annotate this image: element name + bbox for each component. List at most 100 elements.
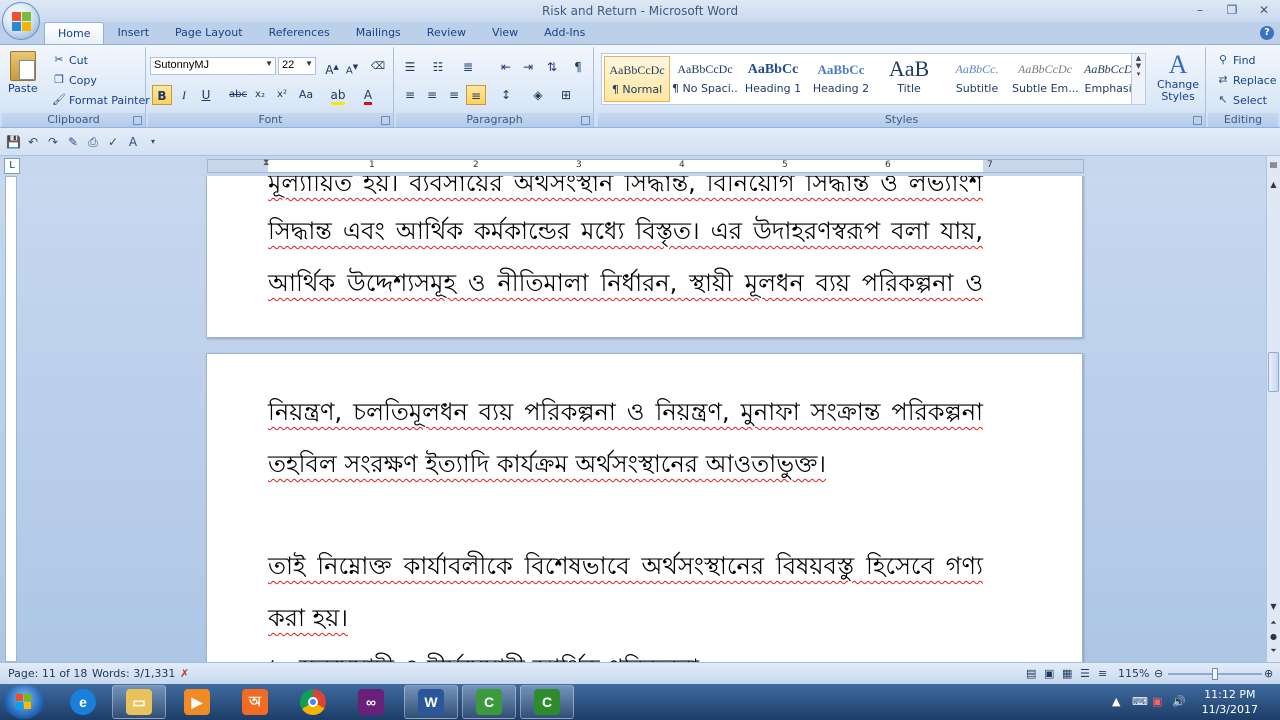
scroll-down-icon[interactable]: ▼ <box>1267 602 1280 615</box>
align-right-icon[interactable]: ≡ <box>444 85 464 105</box>
tab-home[interactable]: Home <box>44 22 105 44</box>
style-subtitle[interactable]: AaBbCc. Subtitle <box>944 56 1010 102</box>
format-painter-button[interactable]: 🖌 Format Painter <box>52 93 150 107</box>
change-styles-button[interactable]: A Change Styles <box>1154 51 1202 103</box>
style-subtle-emphasis[interactable]: AaBbCcDc Subtle Em... <box>1012 56 1078 102</box>
vertical-ruler[interactable] <box>5 176 17 662</box>
print-icon[interactable]: ⎙ <box>86 135 100 149</box>
taskbar-visual-studio[interactable]: ∞ <box>344 685 398 719</box>
taskbar-camtasia-studio[interactable]: C <box>462 685 516 719</box>
view-outline-icon[interactable]: ☰ <box>1080 667 1090 680</box>
horizontal-ruler[interactable]: 1 2 3 4 5 6 7 ⧗ <box>207 158 1084 173</box>
paragraph-launcher-icon[interactable] <box>581 116 590 125</box>
multilevel-list-icon[interactable]: ≣ <box>458 57 478 77</box>
taskbar-windows-explorer[interactable]: ▭ <box>112 685 166 719</box>
ruler-icon[interactable]: ▤ <box>1267 160 1280 173</box>
tab-page-layout[interactable]: Page Layout <box>162 22 256 44</box>
taskbar-media-player[interactable]: ▶ <box>170 685 224 719</box>
sort-icon[interactable]: ⇅ <box>542 57 562 77</box>
tab-mailings[interactable]: Mailings <box>343 22 414 44</box>
bold-button[interactable]: B <box>152 85 172 105</box>
taskbar-microsoft-word[interactable]: W <box>404 685 458 719</box>
clipboard-launcher-icon[interactable] <box>133 116 142 125</box>
scroll-thumb[interactable] <box>1268 352 1279 392</box>
save-icon[interactable]: 💾 <box>6 135 21 149</box>
style-normal[interactable]: AaBbCcDc ¶ Normal <box>604 56 670 102</box>
subscript-button[interactable]: x₂ <box>250 85 270 105</box>
copy-button[interactable]: ❐ Copy <box>52 73 97 87</box>
grow-font-icon[interactable]: A▲ <box>322 57 342 77</box>
indent-marker-icon[interactable]: ⧗ <box>263 158 269 168</box>
view-web-layout-icon[interactable]: ▦ <box>1062 667 1072 680</box>
document-page[interactable]: নিয়ন্ত্রণ, চলতিমূলধন ব্যয় পরিকল্পনা ও … <box>206 353 1083 662</box>
font-color-button[interactable]: A <box>358 85 378 105</box>
highlight-icon[interactable]: ab <box>328 85 348 105</box>
tab-references[interactable]: References <box>256 22 343 44</box>
styles-gallery-scroll[interactable]: ▲ ▼ ▾ <box>1131 54 1145 104</box>
scroll-up-icon[interactable]: ▲ <box>1267 180 1280 193</box>
restore-button[interactable]: ❐ <box>1216 0 1248 20</box>
next-page-icon[interactable]: ⏷ <box>1267 646 1280 659</box>
tab-add-ins[interactable]: Add-Ins <box>531 22 598 44</box>
text-style-icon[interactable]: A <box>126 135 140 149</box>
help-icon[interactable]: ? <box>1260 26 1274 40</box>
borders-icon[interactable]: ⊞ <box>556 85 576 105</box>
proofing-icon[interactable]: ✗ <box>180 667 189 680</box>
network-icon[interactable]: ▣ <box>1152 695 1162 708</box>
office-button[interactable] <box>2 2 40 40</box>
shading-icon[interactable]: ◈ <box>528 85 548 105</box>
increase-indent-icon[interactable]: ⇥ <box>518 57 538 77</box>
numbering-icon[interactable]: ☷ <box>428 57 448 77</box>
clock[interactable]: 11:12 PM 11/3/2017 <box>1202 687 1258 717</box>
volume-icon[interactable]: 🔊 <box>1172 695 1186 708</box>
shrink-font-icon[interactable]: A▼ <box>342 57 362 77</box>
previous-page-icon[interactable]: ⏶ <box>1267 618 1280 631</box>
tab-insert[interactable]: Insert <box>104 22 162 44</box>
show-hidden-icons-icon[interactable]: ▲ <box>1112 695 1120 708</box>
strikethrough-button[interactable]: abc <box>228 85 248 105</box>
word-count[interactable]: Words: 3/1,331 <box>92 667 175 680</box>
start-button[interactable] <box>4 685 44 719</box>
view-full-screen-icon[interactable]: ▣ <box>1044 667 1054 680</box>
taskbar-internet-explorer[interactable]: e <box>56 685 110 719</box>
zoom-out-icon[interactable]: ⊖ <box>1154 667 1163 680</box>
style-heading-2[interactable]: AaBbCc Heading 2 <box>808 56 874 102</box>
styles-launcher-icon[interactable] <box>1193 116 1202 125</box>
bullets-icon[interactable]: ☰ <box>400 57 420 77</box>
zoom-level[interactable]: 115% <box>1118 667 1149 680</box>
taskbar-avro-keyboard[interactable]: অ <box>228 685 282 719</box>
edit-icon[interactable]: ✎ <box>66 135 80 149</box>
style-no-spacing[interactable]: AaBbCcDc ¶ No Spaci... <box>672 56 738 102</box>
line-spacing-icon[interactable]: ↕ <box>496 85 516 105</box>
taskbar-camtasia-recorder[interactable]: C <box>520 685 574 719</box>
justify-icon[interactable]: ≡ <box>466 85 486 105</box>
font-launcher-icon[interactable] <box>381 116 390 125</box>
style-heading-1[interactable]: AaBbCc Heading 1 <box>740 56 806 102</box>
taskbar-google-chrome[interactable] <box>286 685 340 719</box>
show-formatting-icon[interactable]: ¶ <box>568 57 588 77</box>
font-name-combo[interactable]: SutonnyMJ ▼ <box>150 57 276 75</box>
tab-review[interactable]: Review <box>414 22 479 44</box>
zoom-in-icon[interactable]: ⊕ <box>1264 667 1273 680</box>
select-button[interactable]: ↖ Select <box>1216 93 1267 107</box>
decrease-indent-icon[interactable]: ⇤ <box>496 57 516 77</box>
paste-button[interactable]: Paste <box>8 51 38 95</box>
browse-object-icon[interactable]: ● <box>1267 632 1280 645</box>
underline-button[interactable]: U <box>196 85 216 105</box>
undo-icon[interactable]: ↶ <box>26 135 40 149</box>
vertical-scrollbar[interactable]: ▤ ▲ ▼ ⏶ ● ⏷ <box>1266 156 1280 662</box>
view-draft-icon[interactable]: ≡ <box>1098 667 1107 680</box>
cut-button[interactable]: ✂ Cut <box>52 53 88 67</box>
superscript-button[interactable]: x² <box>272 85 292 105</box>
page-indicator[interactable]: Page: 11 of 18 <box>8 667 87 680</box>
view-print-layout-icon[interactable]: ▤ <box>1026 667 1036 680</box>
align-center-icon[interactable]: ≡ <box>422 85 442 105</box>
close-button[interactable]: ✕ <box>1248 0 1280 20</box>
font-size-combo[interactable]: 22 ▼ <box>278 57 316 75</box>
ruler-toggle-button[interactable]: L <box>4 158 20 174</box>
customize-qat-icon[interactable]: ▾ <box>146 135 160 149</box>
change-case-button[interactable]: Aa <box>296 85 316 105</box>
minimize-button[interactable]: – <box>1184 0 1216 20</box>
clear-formatting-icon[interactable]: ⌫ <box>368 57 388 77</box>
redo-icon[interactable]: ↷ <box>46 135 60 149</box>
